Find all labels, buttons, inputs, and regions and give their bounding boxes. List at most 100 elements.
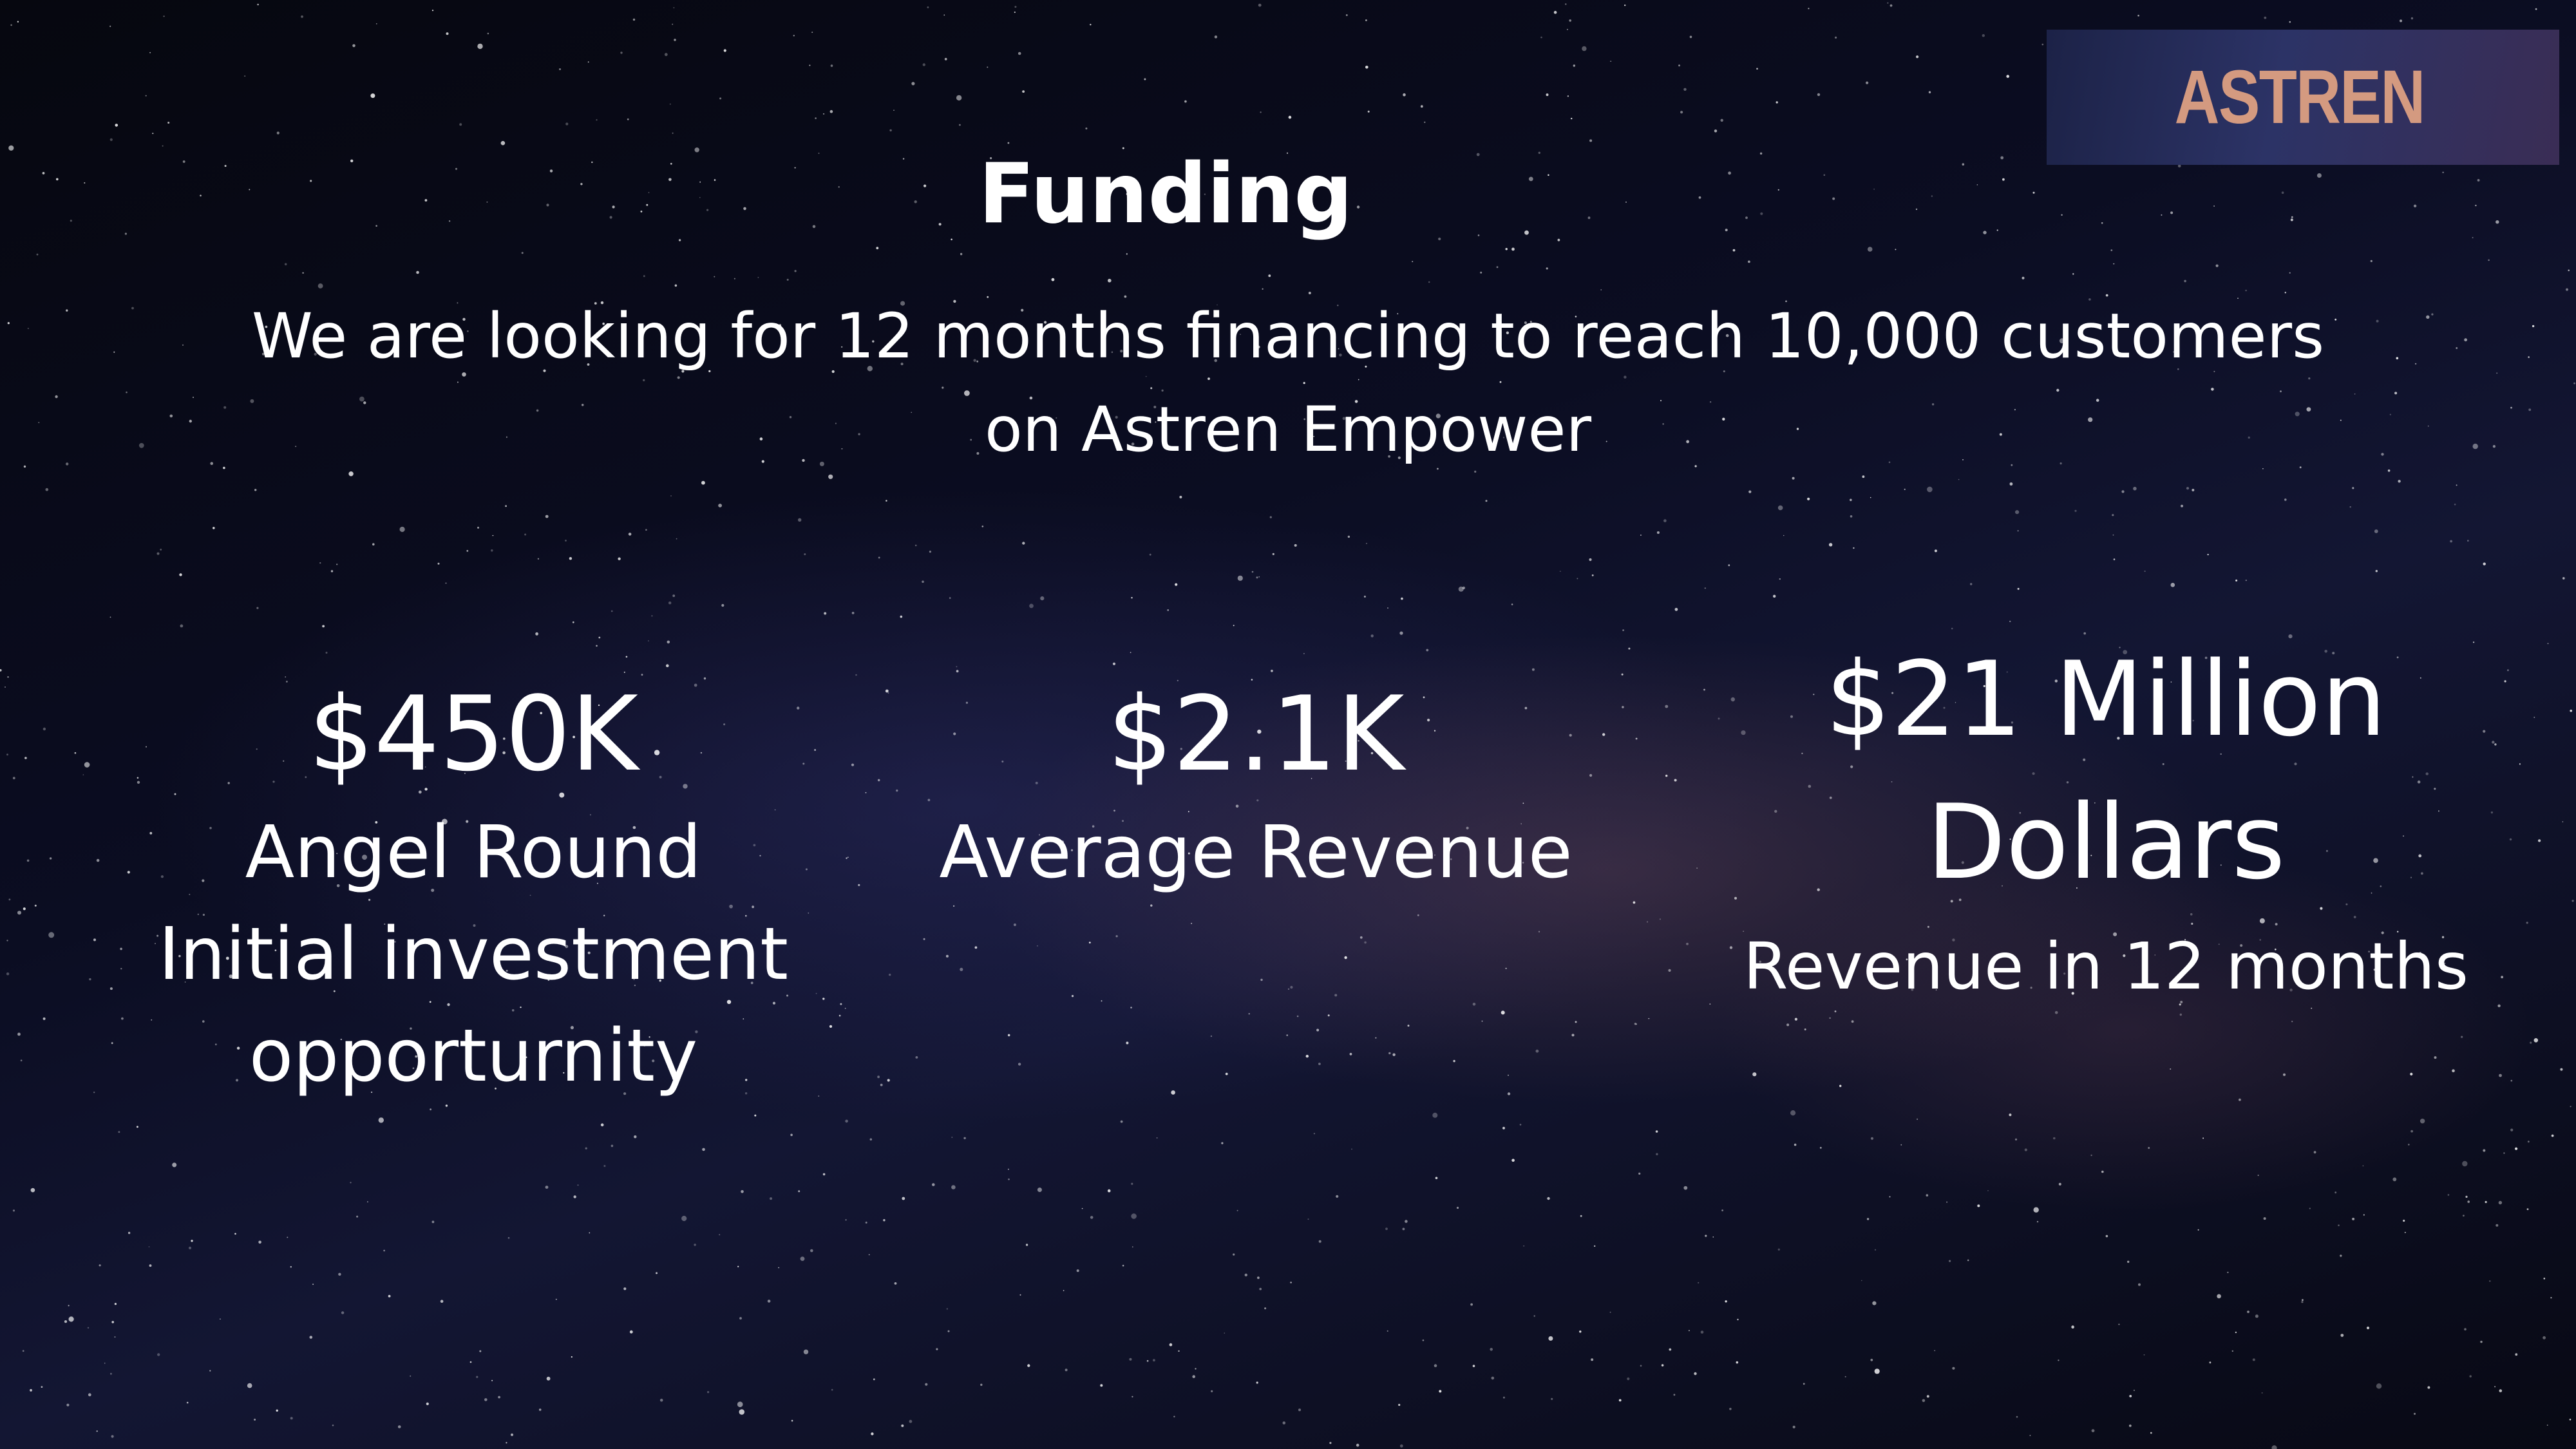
star [1732, 249, 1736, 252]
star [923, 938, 925, 940]
star [2530, 1041, 2532, 1044]
star [1745, 216, 1748, 219]
star [2450, 540, 2453, 543]
star [2488, 259, 2490, 261]
star [871, 1432, 874, 1435]
star [1618, 1399, 1622, 1402]
star [1776, 101, 1778, 104]
star [1669, 1348, 1672, 1351]
star [569, 557, 573, 560]
star [2538, 839, 2541, 842]
star [1316, 1028, 1320, 1032]
star [1085, 128, 1088, 129]
star [466, 550, 469, 552]
star [2494, 1386, 2496, 1388]
star [445, 582, 447, 584]
star [580, 183, 583, 185]
star [1720, 118, 1723, 122]
star [1689, 35, 1692, 39]
star [2543, 1336, 2546, 1340]
star [1438, 237, 1441, 241]
star [1398, 1403, 1401, 1406]
star [1132, 1396, 1133, 1397]
star [2528, 356, 2530, 358]
star [257, 3, 259, 6]
star [591, 161, 593, 164]
star [56, 178, 59, 181]
star [1569, 19, 1571, 22]
star [2447, 1194, 2450, 1196]
star [209, 1370, 211, 1372]
star [845, 1219, 847, 1221]
star [815, 117, 817, 119]
star [2403, 1219, 2405, 1222]
star [104, 1362, 106, 1364]
star [1065, 1368, 1068, 1372]
star [794, 167, 796, 169]
star [2235, 1331, 2237, 1334]
stat-label-line: opporturnity [249, 1014, 698, 1098]
star [1804, 1028, 1806, 1030]
star [136, 1126, 138, 1128]
star [2535, 8, 2537, 10]
star [1546, 93, 1549, 97]
star [399, 526, 405, 533]
star [2510, 1128, 2514, 1132]
star [2302, 1299, 2304, 1301]
star [511, 1433, 513, 1436]
star [1736, 1361, 1739, 1364]
star [64, 1320, 68, 1323]
star [809, 64, 811, 66]
star [2496, 1224, 2499, 1227]
star [2568, 269, 2570, 272]
star [2138, 1283, 2141, 1286]
star [883, 1219, 886, 1222]
star [160, 549, 162, 551]
star [1861, 1280, 1862, 1282]
star [111, 1321, 114, 1323]
star [180, 624, 184, 628]
star [2137, 14, 2139, 17]
star [2179, 1013, 2182, 1016]
star [681, 1215, 687, 1222]
star [49, 857, 52, 860]
star [114, 1336, 116, 1338]
stat-angel-round: $450K Angel Round Initial investment opp… [103, 667, 844, 1107]
star [1546, 267, 1548, 270]
star [1480, 271, 1482, 274]
star [325, 652, 328, 654]
star [793, 35, 795, 37]
star [247, 1383, 252, 1388]
star [2483, 562, 2486, 565]
star [172, 1162, 177, 1168]
star [1737, 1318, 1739, 1321]
star [1405, 1220, 1408, 1223]
star [336, 564, 338, 565]
star [648, 640, 649, 641]
star [1318, 1063, 1321, 1065]
star [66, 1403, 70, 1406]
star [2492, 445, 2496, 448]
star [949, 597, 951, 599]
star [162, 145, 164, 147]
star [338, 1273, 341, 1276]
star [1456, 1206, 1459, 1209]
star [93, 1092, 95, 1094]
star [1244, 1273, 1248, 1277]
star [1688, 1330, 1690, 1332]
star [1624, 5, 1626, 6]
star [2101, 1170, 2104, 1173]
star [448, 220, 451, 222]
star [284, 263, 287, 266]
star [87, 1327, 90, 1329]
star [1508, 1074, 1509, 1076]
star [2394, 392, 2398, 395]
star [2215, 264, 2219, 267]
star [2247, 1311, 2249, 1313]
star [1481, 1020, 1483, 1022]
star [2414, 363, 2417, 365]
star [1926, 1395, 1929, 1398]
star [126, 391, 128, 393]
star [1786, 1023, 1790, 1027]
star [2002, 178, 2005, 181]
